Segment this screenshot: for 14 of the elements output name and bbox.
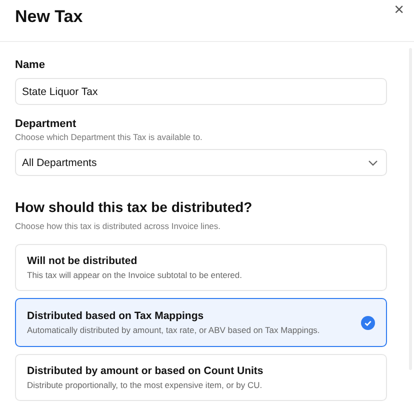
option-card[interactable]: Distributed by amount or based on Count Units Distribute proportionally, to the most expensive item, or by CU. — [15, 354, 387, 401]
chevron-down-icon — [368, 160, 378, 166]
option-card[interactable]: Distributed based on Tax Mappings Automatically distributed by amount, tax rate, or ABV based on Tax Mappings. — [15, 298, 387, 347]
field-label: Name — [15, 59, 46, 71]
name-field[interactable]: State Liquor Tax — [15, 78, 387, 105]
help-text: Choose how this tax is distributed across Invoice lines. — [15, 221, 222, 231]
department-dropdown[interactable]: All Departments — [15, 149, 387, 176]
option-card[interactable]: Will not be distributed This tax will appear on the Invoice subtotal to be entered. — [15, 244, 387, 291]
dialog-title: New Tax — [15, 6, 83, 26]
help-text: Choose which Department this Tax is available to. — [15, 132, 204, 142]
check-icon — [361, 316, 375, 330]
close-button[interactable]: × — [392, 2, 406, 18]
field-label: Department — [15, 118, 78, 130]
section-heading: How should this tax be distributed? — [15, 199, 254, 215]
